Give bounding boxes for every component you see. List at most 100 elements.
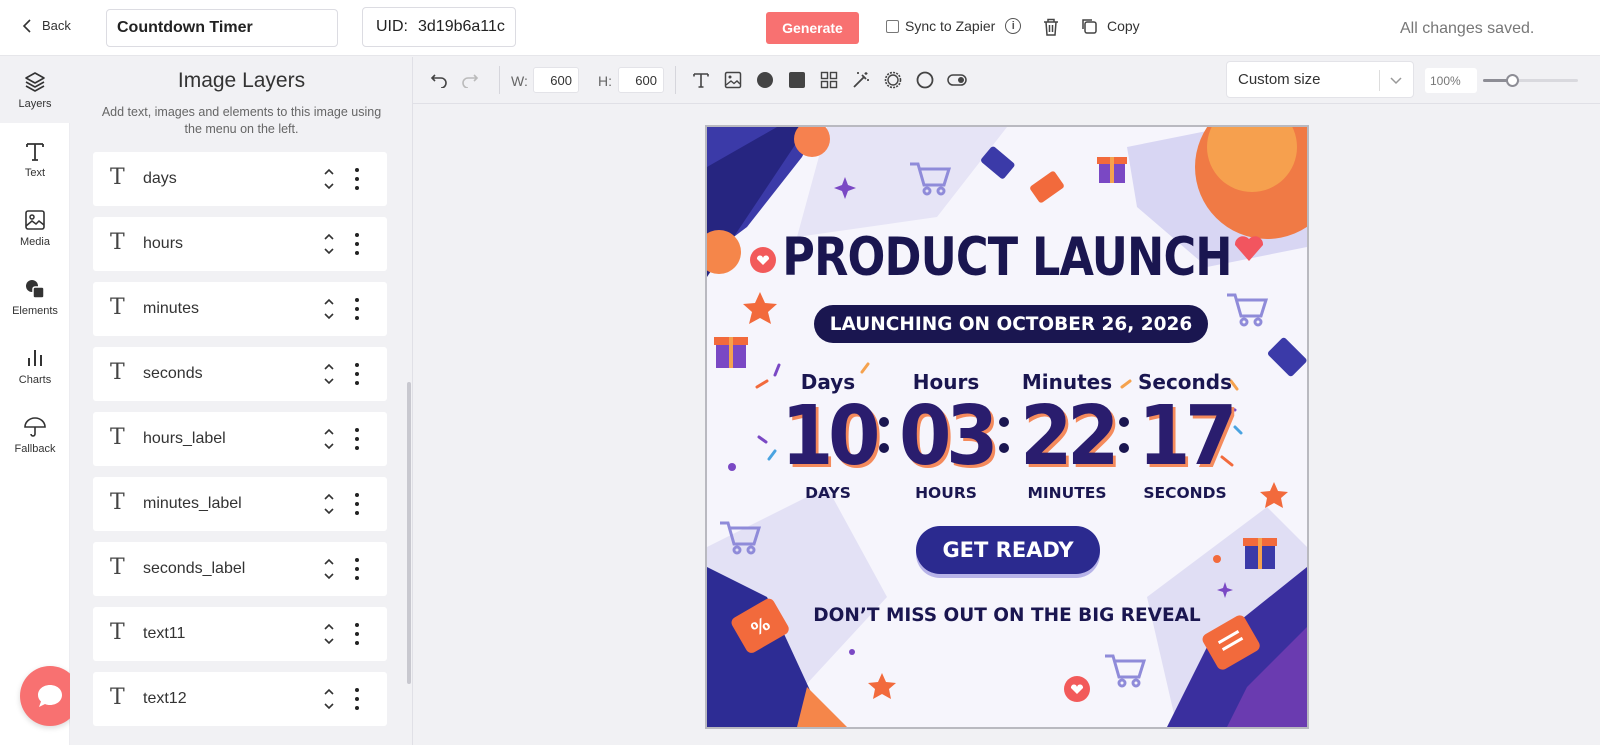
layer-item[interactable]: T seconds (93, 347, 387, 401)
add-text-button[interactable] (690, 69, 712, 91)
rail-item-elements[interactable]: Elements (0, 264, 70, 330)
top-bar: Back UID: 3d19b6a11c Generate Sync to Za… (0, 0, 1600, 56)
trash-icon[interactable] (1042, 17, 1060, 37)
circle-fill-icon (757, 72, 773, 88)
layer-item[interactable]: T hours_label (93, 412, 387, 466)
more-menu-icon[interactable] (355, 493, 359, 515)
rail-item-layers[interactable]: Layers (0, 57, 70, 123)
rail-item-media[interactable]: Media (0, 195, 70, 261)
seconds-value: 17 (1138, 389, 1237, 484)
layer-name: days (143, 170, 177, 187)
panel-title: Image Layers (177, 69, 306, 92)
minutes-value: 22 (1020, 389, 1119, 484)
layer-name: seconds_label (143, 560, 246, 577)
reorder-icon[interactable] (323, 426, 335, 452)
layer-name: hours_label (143, 430, 226, 447)
add-grid-button[interactable] (818, 69, 840, 91)
seconds-label: SECONDS (1143, 484, 1227, 502)
zoom-slider-thumb[interactable] (1506, 74, 1519, 87)
add-rectangle-button[interactable] (786, 69, 808, 91)
reorder-icon[interactable] (323, 166, 335, 192)
reorder-icon[interactable] (323, 361, 335, 387)
layer-item[interactable]: T seconds_label (93, 542, 387, 596)
zoom-slider[interactable] (1483, 74, 1578, 87)
more-menu-icon[interactable] (355, 298, 359, 320)
more-menu-icon[interactable] (355, 233, 359, 255)
size-preset-select[interactable]: Custom size (1226, 61, 1414, 98)
sync-to-zapier[interactable]: Sync to Zapier i (886, 18, 1022, 34)
days-value: 10 (781, 389, 880, 484)
undo-button[interactable] (428, 69, 450, 91)
sync-label: Sync to Zapier (905, 18, 996, 34)
reorder-icon[interactable] (323, 621, 335, 647)
colon-separator (999, 417, 1009, 469)
layer-item[interactable]: T days (93, 152, 387, 206)
reorder-icon[interactable] (323, 556, 335, 582)
layer-item[interactable]: T minutes (93, 282, 387, 336)
panel-description: Add text, images and elements to this im… (101, 105, 382, 136)
get-ready-button: GET READY (916, 526, 1100, 574)
layer-item[interactable]: T hours (93, 217, 387, 271)
redo-icon (462, 74, 479, 88)
layers-panel: Image Layers Add text, images and elemen… (70, 57, 413, 745)
magic-wand-button[interactable] (850, 69, 872, 91)
layer-item[interactable]: T minutes_label (93, 477, 387, 531)
reorder-icon[interactable] (323, 491, 335, 517)
layer-item[interactable]: T text12 (93, 672, 387, 726)
layer-item[interactable]: T text11 (93, 607, 387, 661)
badge-shape-button[interactable] (882, 69, 904, 91)
text-layer-icon: T (110, 620, 125, 645)
shapes-icon (26, 280, 45, 299)
generate-button[interactable]: Generate (766, 12, 859, 44)
toolbar-divider (675, 66, 676, 94)
undo-icon (430, 74, 447, 88)
text-layer-icon: T (110, 230, 125, 255)
rail-item-text[interactable]: Text (0, 126, 70, 192)
text-icon (26, 143, 44, 161)
panel-scrollbar[interactable] (407, 382, 411, 684)
banner-title: PRODUCT LAUNCH (782, 227, 1232, 288)
zoom-level[interactable]: 100% (1425, 68, 1477, 93)
left-rail: Layers Text Media Elements Charts Fallba… (0, 57, 70, 745)
rail-item-label: Text (24, 167, 46, 179)
height-input[interactable]: 600 (618, 67, 664, 93)
text-layer-icon: T (110, 425, 125, 450)
more-menu-icon[interactable] (355, 623, 359, 645)
add-image-button[interactable] (722, 69, 744, 91)
select-divider (1379, 70, 1380, 91)
more-menu-icon[interactable] (355, 168, 359, 190)
rail-item-label: Charts (18, 374, 52, 386)
text-icon (693, 73, 709, 88)
sync-checkbox[interactable] (886, 19, 899, 33)
template-title-input[interactable] (106, 9, 338, 47)
more-menu-icon[interactable] (355, 558, 359, 580)
copy-label: Copy (1107, 18, 1140, 34)
copy-button[interactable]: Copy (1080, 17, 1140, 35)
launch-date-pill: LAUNCHING ON OCTOBER 26, 2026 (814, 305, 1208, 343)
add-ring-button[interactable] (914, 69, 936, 91)
back-label: Back (42, 18, 71, 33)
more-menu-icon[interactable] (355, 428, 359, 450)
width-input[interactable]: 600 (533, 67, 579, 93)
uid-box[interactable]: UID: 3d19b6a11c (362, 7, 516, 47)
add-toggle-button[interactable] (946, 69, 968, 91)
more-menu-icon[interactable] (355, 688, 359, 710)
info-icon[interactable]: i (1005, 18, 1022, 34)
reorder-icon[interactable] (323, 686, 335, 712)
toolbar-divider (499, 66, 500, 94)
reorder-icon[interactable] (323, 296, 335, 322)
reorder-icon[interactable] (323, 231, 335, 257)
layers-icon (25, 72, 45, 92)
text-layer-icon: T (110, 165, 125, 190)
bar-chart-icon (28, 350, 42, 366)
artboard[interactable]: % PRODUCT LAUNCH LAUNCHING ON OCTOBER 26… (705, 125, 1309, 729)
redo-button[interactable] (459, 69, 481, 91)
add-circle-button[interactable] (754, 69, 776, 91)
back-button[interactable]: Back (22, 18, 71, 33)
image-icon (724, 71, 742, 89)
rail-item-charts[interactable]: Charts (0, 333, 70, 399)
layer-name: text12 (143, 690, 187, 707)
rail-item-fallback[interactable]: Fallback (0, 402, 70, 468)
chat-icon (38, 685, 62, 707)
more-menu-icon[interactable] (355, 363, 359, 385)
